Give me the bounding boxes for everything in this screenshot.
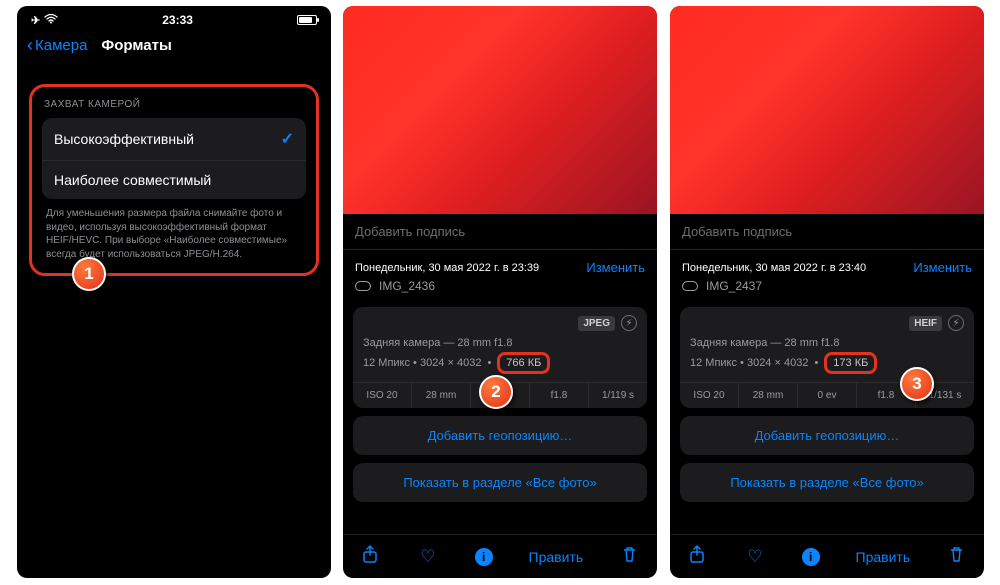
photo-preview[interactable] — [343, 6, 657, 214]
annotation-marker-3: 3 — [900, 367, 934, 401]
caption-field[interactable]: Добавить подпись — [343, 214, 657, 249]
chevron-left-icon: ‹ — [27, 36, 33, 54]
trash-icon[interactable] — [946, 546, 968, 568]
format-options: Высокоэффективный ✓ Наиболее совместимый — [42, 118, 306, 199]
flash-icon: ⚡︎ — [948, 315, 964, 331]
photo-details-heif: Добавить подпись Понедельник, 30 мая 202… — [670, 6, 984, 578]
file-size: 173 КБ — [824, 352, 877, 374]
filename-row: IMG_2436 — [343, 279, 657, 301]
resolution-line: 12 Мпикс • 3024 × 4032 — [363, 357, 481, 369]
annotation-marker-1: 1 — [72, 257, 106, 291]
cloud-icon — [355, 281, 371, 291]
share-icon[interactable] — [686, 545, 708, 568]
option-most-compatible[interactable]: Наиболее совместимый — [42, 160, 306, 199]
show-in-all-photos-button[interactable]: Показать в разделе «Все фото» — [353, 463, 647, 502]
back-label: Камера — [35, 37, 87, 54]
settings-formats-screen: ✈︎ 23:33 ‹ Камера Форматы ЗАХВАТ КАМЕРОЙ — [17, 6, 331, 578]
status-time: 23:33 — [162, 13, 193, 27]
section-footer: Для уменьшения размера файла снимайте фо… — [42, 199, 306, 267]
wifi-icon — [44, 14, 58, 27]
nav-bar: ‹ Камера Форматы — [17, 28, 331, 64]
show-in-all-photos-button[interactable]: Показать в разделе «Все фото» — [680, 463, 974, 502]
option-label: Наиболее совместимый — [54, 172, 211, 188]
photo-preview[interactable] — [670, 6, 984, 214]
annotation-marker-2: 2 — [479, 375, 513, 409]
info-icon[interactable]: i — [475, 548, 493, 566]
camera-capture-group: ЗАХВАТ КАМЕРОЙ Высокоэффективный ✓ Наибо… — [29, 84, 319, 276]
option-high-efficiency[interactable]: Высокоэффективный ✓ — [42, 118, 306, 160]
exif-iso: ISO 20 — [680, 383, 739, 408]
share-icon[interactable] — [359, 545, 381, 568]
photo-date: Понедельник, 30 мая 2022 г. в 23:39 — [355, 262, 586, 274]
camera-line: Задняя камера — 28 mm f1.8 — [363, 337, 637, 352]
resolution-line: 12 Мпикс • 3024 × 4032 — [690, 357, 808, 369]
page-title: Форматы — [101, 37, 171, 54]
heart-icon[interactable]: ♡ — [417, 547, 439, 567]
format-tag: HEIF — [909, 316, 942, 331]
filename: IMG_2436 — [379, 279, 435, 293]
edit-button[interactable]: Править — [856, 549, 911, 565]
format-tag: JPEG — [578, 316, 615, 331]
exif-ev: 0 ev — [798, 383, 857, 408]
exif-sh: 1/119 s — [589, 383, 647, 408]
meta-row: Понедельник, 30 мая 2022 г. в 23:40 Изме… — [670, 250, 984, 279]
section-header: ЗАХВАТ КАМЕРОЙ — [42, 97, 306, 118]
exif-card: JPEG ⚡︎ Задняя камера — 28 mm f1.8 12 Мп… — [353, 307, 647, 408]
meta-row: Понедельник, 30 мая 2022 г. в 23:39 Изме… — [343, 250, 657, 279]
filename-row: IMG_2437 — [670, 279, 984, 301]
checkmark-icon: ✓ — [281, 129, 294, 149]
add-geolocation-button[interactable]: Добавить геопозицию… — [680, 416, 974, 455]
battery-icon — [297, 15, 317, 25]
edit-button[interactable]: Править — [529, 549, 584, 565]
exif-card: HEIF ⚡︎ Задняя камера — 28 mm f1.8 12 Мп… — [680, 307, 974, 408]
trash-icon[interactable] — [619, 546, 641, 568]
camera-line: Задняя камера — 28 mm f1.8 — [690, 337, 964, 352]
exif-focal: 28 mm — [739, 383, 798, 408]
photo-details-jpeg: Добавить подпись Понедельник, 30 мая 202… — [343, 6, 657, 578]
flash-icon: ⚡︎ — [621, 315, 637, 331]
status-bar: ✈︎ 23:33 — [17, 6, 331, 28]
adjust-date-button[interactable]: Изменить — [586, 260, 645, 275]
back-button[interactable]: ‹ Камера — [27, 36, 87, 54]
exif-iso: ISO 20 — [353, 383, 412, 408]
cloud-icon — [682, 281, 698, 291]
option-label: Высокоэффективный — [54, 131, 194, 147]
heart-icon[interactable]: ♡ — [744, 547, 766, 567]
bottom-toolbar: ♡ i Править — [343, 534, 657, 578]
photo-date: Понедельник, 30 мая 2022 г. в 23:40 — [682, 262, 913, 274]
exif-ap: f1.8 — [530, 383, 589, 408]
adjust-date-button[interactable]: Изменить — [913, 260, 972, 275]
screenshot-stage: ✈︎ 23:33 ‹ Камера Форматы ЗАХВАТ КАМЕРОЙ — [0, 0, 1000, 585]
filename: IMG_2437 — [706, 279, 762, 293]
airplane-mode-icon: ✈︎ — [31, 14, 40, 27]
exif-focal: 28 mm — [412, 383, 471, 408]
add-geolocation-button[interactable]: Добавить геопозицию… — [353, 416, 647, 455]
file-size: 766 КБ — [497, 352, 550, 374]
info-icon[interactable]: i — [802, 548, 820, 566]
bottom-toolbar: ♡ i Править — [670, 534, 984, 578]
caption-field[interactable]: Добавить подпись — [670, 214, 984, 249]
